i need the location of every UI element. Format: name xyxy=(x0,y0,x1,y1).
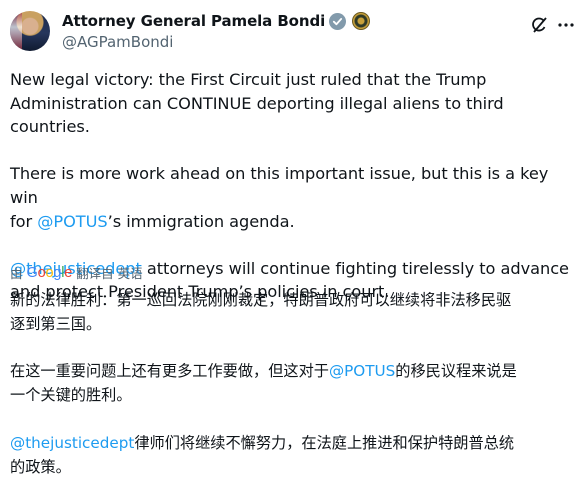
avatar[interactable] xyxy=(10,11,50,51)
author-handle[interactable]: @AGPamBondi xyxy=(62,33,173,51)
translated-from-label: 翻译自 英语 xyxy=(76,266,143,281)
translated-by-google: 由 Google 翻译自 英语 xyxy=(10,263,143,282)
text-span: ’s immigration agenda. xyxy=(107,211,295,231)
tweet-header: Attorney General Pamela Bondi @AGPamBond… xyxy=(10,11,576,55)
text-span: 在这一重要问题上还有更多工作要做，但这对于 xyxy=(10,362,329,381)
mention-potus-link[interactable]: @POTUS xyxy=(329,362,395,380)
google-logo: Google xyxy=(26,264,73,281)
translated-text: 新的法律胜利：第一巡回法院刚刚裁定，特朗普政府可以继续将非法移民驱 逐到第三国。… xyxy=(10,289,578,479)
more-options-icon[interactable] xyxy=(556,15,576,35)
verified-badge-icon[interactable] xyxy=(329,12,347,30)
seal-icon[interactable] xyxy=(352,12,371,30)
grok-icon[interactable] xyxy=(530,15,550,35)
zh-paragraph-2: 在这一重要问题上还有更多工作要做，但这对于@POTUS的移民议程来说是 一个关键… xyxy=(10,360,578,408)
tweet-paragraph-1: New legal victory: the First Circuit jus… xyxy=(10,70,504,137)
tweet-paragraph-2: There is more work ahead on this importa… xyxy=(10,162,576,233)
zh-paragraph-1: 新的法律胜利：第一巡回法院刚刚裁定，特朗普政府可以继续将非法移民驱 逐到第三国。 xyxy=(10,291,512,333)
zh-paragraph-3: @thejusticedept律师们将继续不懈努力，在法庭上推进和保护特朗普总统… xyxy=(10,432,578,480)
author-name[interactable]: Attorney General Pamela Bondi xyxy=(62,12,325,30)
author-name-row: Attorney General Pamela Bondi xyxy=(62,12,371,30)
mention-justicedept-link[interactable]: @thejusticedept xyxy=(10,434,134,452)
translated-by-label: 由 xyxy=(10,266,23,281)
mention-potus-link[interactable]: @POTUS xyxy=(37,212,107,231)
